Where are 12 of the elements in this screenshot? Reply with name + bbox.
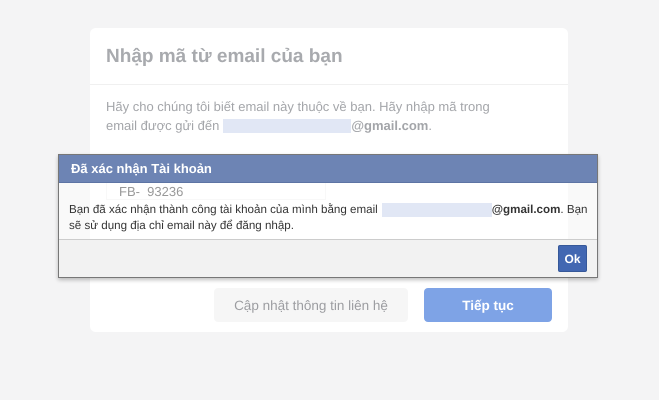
- ok-button[interactable]: Ok: [558, 245, 587, 272]
- description-text: Hãy cho chúng tôi biết email này thuộc về bạn. Hãy nhập mã trong: [106, 98, 490, 116]
- update-contact-button[interactable]: Cập nhật thông tin liên hệ: [214, 288, 408, 322]
- description-text: email được gửi đến: [106, 117, 220, 135]
- dialog-message: @gmail.com. Bạn: [492, 202, 588, 218]
- continue-button[interactable]: Tiếp tục: [424, 288, 552, 322]
- card-title: Nhập mã từ email của bạn: [105, 45, 344, 69]
- code-input-field[interactable]: FB- 93236: [106, 182, 326, 200]
- dialog-title-bar: Đã xác nhận Tài khoản: [59, 155, 597, 183]
- email-domain-text: @gmail.com.: [351, 117, 432, 135]
- dialog-message: sẽ sử dụng địa chỉ email này để đăng nhập.: [69, 218, 294, 234]
- dialog-message: Bạn đã xác nhận thành công tài khoản của mình bằng email: [69, 202, 378, 218]
